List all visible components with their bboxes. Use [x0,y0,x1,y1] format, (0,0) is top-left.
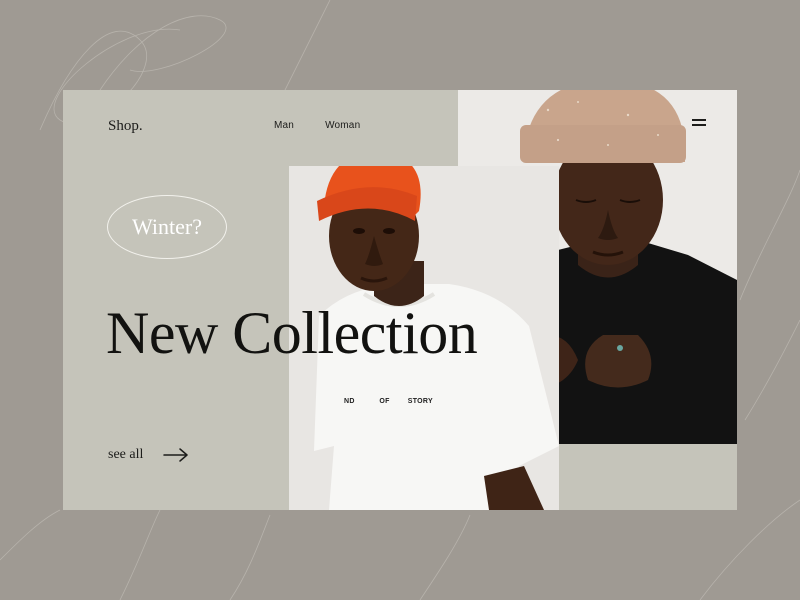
winter-badge: Winter? [107,195,227,259]
nav-item-man[interactable]: Man [274,120,294,131]
see-all-label: see all [108,447,144,462]
hamburger-menu-icon[interactable] [692,119,706,127]
page-title: New Collection [106,300,478,366]
hero-card: ND OF STORY Shop. Man Woman Winter? New … [63,90,737,510]
see-all-link[interactable]: see all [108,447,189,463]
nav-item-woman[interactable]: Woman [325,120,360,131]
main-nav: Man Woman [274,120,360,131]
arrow-right-icon [163,448,189,462]
logo[interactable]: Shop. [108,118,143,135]
shirt-print: ND OF STORY [344,398,433,405]
